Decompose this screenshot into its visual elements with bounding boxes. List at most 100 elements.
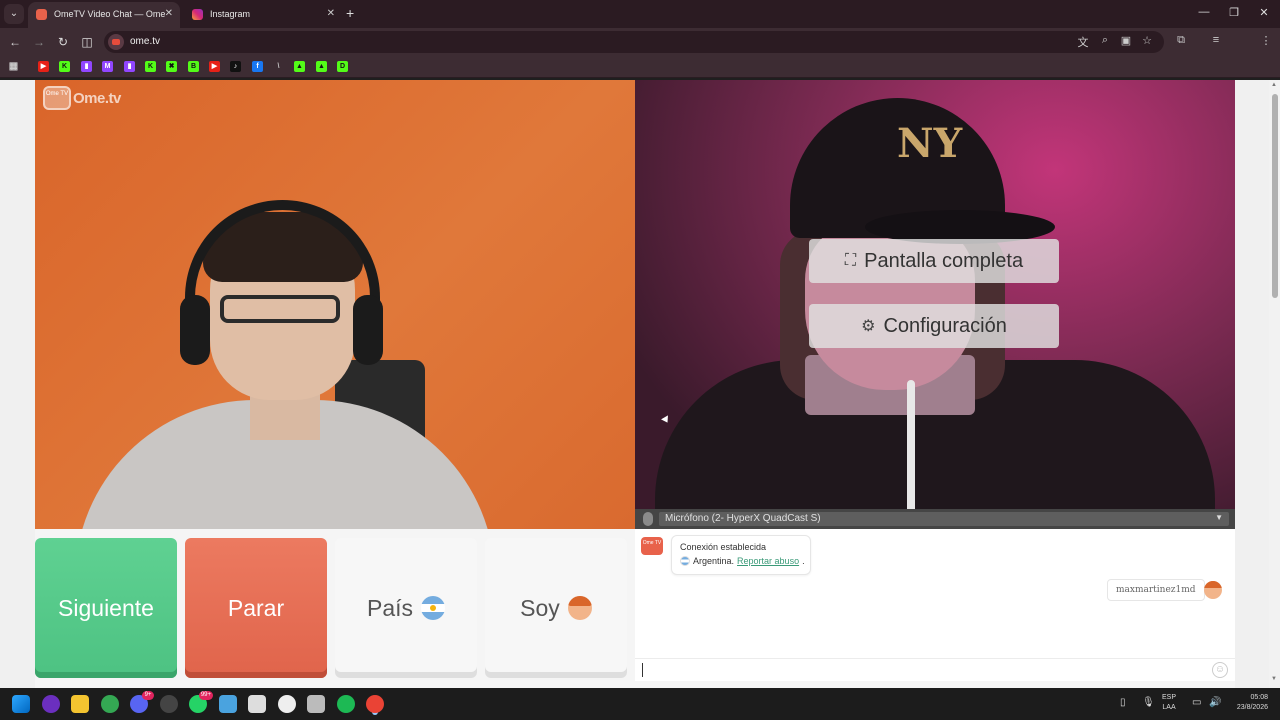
volume-tray-icon[interactable]: 🔊 (1209, 697, 1221, 708)
country-label: País (366, 594, 414, 621)
scrollbar-thumb[interactable] (1272, 94, 1278, 298)
minimize-icon[interactable]: — (1194, 6, 1214, 18)
back-icon[interactable]: ← (7, 34, 23, 50)
next-label: Siguiente (58, 594, 154, 621)
report-abuse-link[interactable]: Reportar abuso (737, 556, 799, 566)
scroll-down-icon[interactable]: ▼ (1271, 676, 1277, 682)
network-tray-icon[interactable]: ▭ (1192, 697, 1201, 708)
fullscreen-icon: ⛶ (844, 252, 857, 269)
windows-taskbar: 9+ 99+ ▯ 🎙 ESP LAA ▭ 🔊 05:08 23/8/2026 (0, 688, 1280, 720)
mouse-cursor-icon (661, 415, 671, 425)
app-icon[interactable] (248, 695, 266, 713)
forward-icon[interactable]: → (31, 34, 47, 50)
language-indicator[interactable]: ESP LAA (1162, 693, 1176, 713)
taskbar-clock[interactable]: 05:08 23/8/2026 (1226, 693, 1268, 713)
file-explorer-icon[interactable] (71, 695, 89, 713)
site-info-icon[interactable] (108, 34, 124, 50)
bookmark-youtube-icon[interactable]: ▶ (38, 61, 49, 72)
boy-emoji-icon (567, 596, 592, 620)
earphone-cable-shape (907, 380, 915, 529)
bookmark-b-icon[interactable]: B (188, 61, 199, 72)
chrome-icon[interactable] (101, 695, 119, 713)
restore-icon[interactable]: ❐ (1224, 6, 1244, 19)
system-message: Conexión establecida Argentina. Reportar… (671, 535, 811, 575)
scroll-up-icon[interactable]: ▲ (1271, 82, 1277, 88)
bookmark-kick-icon[interactable]: K (59, 61, 70, 72)
fullscreen-label: Pantalla completa (864, 249, 1024, 272)
bookmark-twitch-icon[interactable]: M (102, 61, 113, 72)
settings-button[interactable]: ⚙ Configuración (809, 304, 1059, 348)
tab-title: Instagram (210, 9, 251, 19)
device-tray-icon[interactable]: ▯ (1120, 697, 1126, 708)
tab-close-icon[interactable]: ✕ (327, 2, 335, 26)
address-bar[interactable]: ome.tv (104, 31, 1164, 53)
spotify-icon[interactable] (337, 695, 355, 713)
reading-list-icon[interactable]: ≡ (1209, 34, 1223, 46)
gender-button[interactable]: Soy (485, 538, 627, 678)
new-tab-icon[interactable]: + (346, 5, 354, 21)
ometv-logo: Ome TV Ome.tv (43, 84, 121, 112)
remote-video[interactable]: NY ⛶ Pantalla completa ⚙ Configuración (635, 80, 1235, 529)
clock-date: 23/8/2026 (1236, 704, 1268, 711)
bookmark-facebook-icon[interactable]: f (252, 61, 263, 72)
tab-ometv[interactable]: OmeTV Video Chat — Ome ✕ (28, 2, 180, 28)
bookmark-kick-icon[interactable]: ▲ (294, 61, 305, 72)
window-close-icon[interactable]: ✕ (1254, 6, 1274, 19)
bookmark-kick-icon[interactable]: K (145, 61, 156, 72)
bookmark-kick-icon[interactable]: ✖ (166, 61, 177, 72)
search-circle-icon[interactable] (42, 695, 60, 713)
bookmark-youtube-icon[interactable]: ▶ (209, 61, 220, 72)
whatsapp-icon[interactable]: 99+ (189, 691, 213, 713)
notepad-icon[interactable] (219, 695, 237, 713)
clock-app-icon[interactable] (278, 695, 296, 713)
bookmark-star-icon[interactable]: ☆ (1140, 34, 1154, 47)
tab-instagram[interactable]: Instagram ✕ (184, 2, 342, 28)
ometv-page: Ome TV Ome.tv NY ⛶ Pantalla completa ⚙ C… (0, 80, 1280, 688)
connection-status: Conexión establecida (680, 542, 767, 552)
country-button[interactable]: País (335, 538, 477, 678)
bookmarks-bar: ▦ ▶ K ▮ M ▮ K ✖ B ▶ ♪ f \ ▲ ▲ D (0, 56, 1280, 78)
emoji-icon[interactable]: ☺ (1212, 662, 1228, 678)
fullscreen-button[interactable]: ⛶ Pantalla completa (809, 239, 1059, 283)
username-tag: maxmartinez1md (1107, 579, 1205, 601)
bookmark-twitch-icon[interactable]: ▮ (124, 61, 135, 72)
obs-icon[interactable] (160, 695, 178, 713)
bookmark-tiktok-icon[interactable]: ♪ (230, 61, 241, 72)
chrome-active-icon[interactable] (366, 695, 384, 713)
page-scrollbar[interactable]: ▲ ▼ (1269, 80, 1280, 688)
settings-label: Configuración (883, 314, 1007, 337)
stop-button[interactable]: Parar (185, 538, 327, 678)
calculator-icon[interactable] (307, 695, 325, 713)
split-view-icon[interactable]: ◫ (79, 34, 95, 50)
clock-time: 05:08 (1250, 694, 1268, 701)
menu-kebab-icon[interactable]: ⋮ (1259, 34, 1273, 47)
ometv-favicon-icon (36, 9, 47, 20)
browser-tabstrip: ⌄ OmeTV Video Chat — Ome ✕ Instagram ✕ +… (0, 0, 1280, 28)
cast-icon[interactable]: ▣ (1119, 34, 1133, 47)
next-button[interactable]: Siguiente (35, 538, 177, 678)
ometv-chat-logo-icon: Ome TV (641, 537, 663, 555)
microphone-select[interactable]: Micrófono (2- HyperX QuadCast S) ▼ (659, 512, 1229, 526)
bookmark-d-icon[interactable]: D (337, 61, 348, 72)
microphone-selected-value: Micrófono (2- HyperX QuadCast S) (665, 513, 821, 524)
tab-search-icon[interactable]: ⌄ (4, 4, 24, 24)
extensions-icon[interactable]: ⧉ (1174, 34, 1188, 47)
glasses-shape (220, 295, 340, 323)
start-windows-icon[interactable] (12, 695, 30, 713)
reload-icon[interactable]: ↻ (55, 34, 71, 50)
address-url: ome.tv (130, 36, 161, 47)
bookmark-twitch-icon[interactable]: ▮ (81, 61, 92, 72)
logo-tv-icon: Ome TV (43, 86, 71, 110)
microphone-tray-icon[interactable]: 🎙 (1142, 697, 1155, 708)
microphone-bar: Micrófono (2- HyperX QuadCast S) ▼ (635, 509, 1235, 529)
tab-close-icon[interactable]: ✕ (165, 2, 173, 26)
chat-message-input[interactable]: ☺ (635, 658, 1235, 681)
bookmark-kick-icon[interactable]: ▲ (316, 61, 327, 72)
translate-icon[interactable]: 文 (1076, 34, 1090, 50)
microphone-icon (643, 512, 653, 526)
discord-icon[interactable]: 9+ (130, 691, 154, 713)
zoom-icon[interactable]: ⌕ (1098, 34, 1112, 47)
apps-grid-icon[interactable]: ▦ (8, 61, 19, 72)
bookmark-link-icon[interactable]: \ (273, 61, 284, 72)
instagram-icon (192, 9, 203, 20)
